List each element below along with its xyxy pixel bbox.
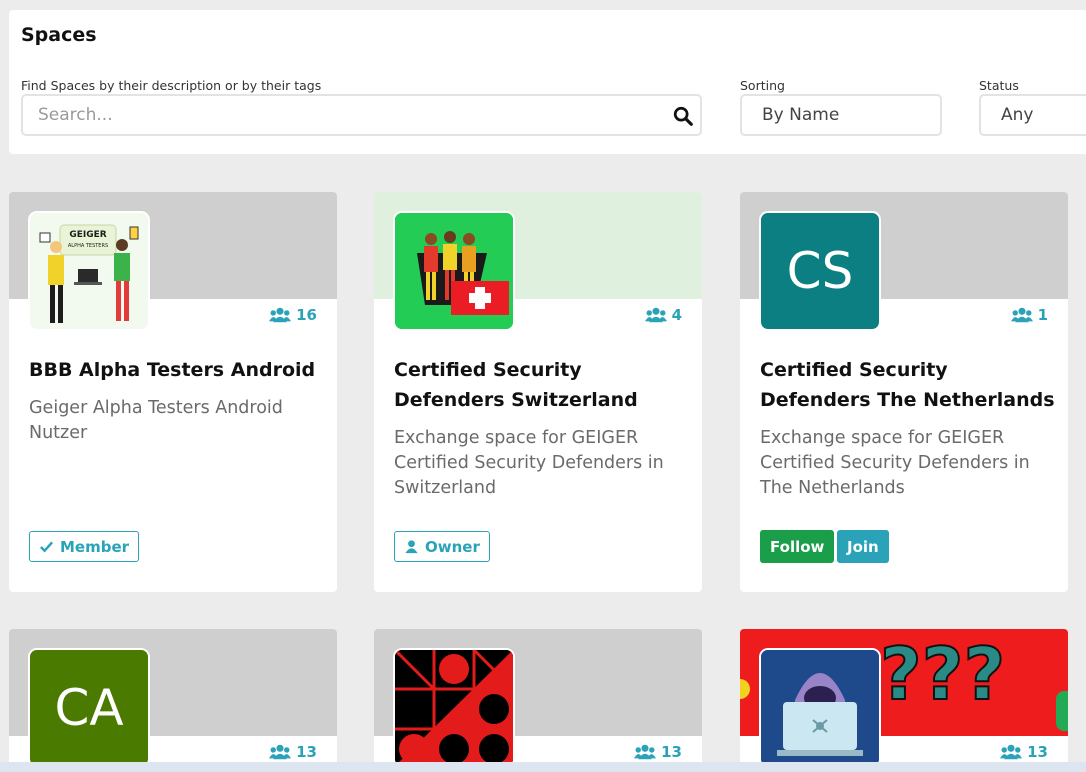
owner-badge[interactable]: Owner [394, 531, 490, 562]
page-title: Spaces [21, 24, 97, 46]
users-icon [1000, 744, 1023, 759]
space-card[interactable]: ??? 13 [740, 629, 1068, 772]
space-title[interactable]: Certified Security Defenders Switzerland [394, 355, 689, 415]
member-count: 16 [269, 306, 317, 324]
member-count-value: 16 [296, 306, 317, 324]
svg-text:???: ??? [880, 632, 1005, 716]
space-card[interactable]: 13 [374, 629, 702, 772]
space-description: Geiger Alpha Testers Android Nutzer [29, 398, 283, 443]
filter-panel: Spaces Find Spaces by their description … [9, 10, 1086, 154]
space-avatar: CS [759, 211, 881, 331]
sorting-value: By Name [762, 105, 840, 125]
users-icon [269, 744, 292, 759]
browser-bottom-strip [0, 762, 1086, 772]
search-label: Find Spaces by their description or by t… [21, 78, 322, 93]
users-icon [644, 307, 667, 322]
search-input[interactable]: Search... [21, 94, 702, 136]
user-icon [405, 540, 418, 554]
member-count: 13 [634, 743, 682, 761]
space-avatar: GEIGER ALPHA TESTERS [28, 211, 150, 331]
space-card[interactable]: CA 13 [9, 629, 337, 772]
users-icon [269, 307, 292, 322]
space-card[interactable]: GEIGER ALPHA TESTERS 16 BBB Alpha Tester… [9, 192, 337, 592]
space-title[interactable]: BBB Alpha Testers Android [29, 355, 324, 385]
search-icon[interactable] [672, 105, 694, 127]
space-description: Exchange space for GEIGER Certified Secu… [394, 428, 664, 498]
badge-label: Member [60, 537, 130, 556]
sorting-select[interactable]: By Name [740, 94, 942, 136]
avatar-initials: CS [761, 213, 879, 329]
space-avatar [759, 648, 881, 768]
status-select[interactable]: Any [979, 94, 1086, 136]
status-value: Any [1001, 105, 1034, 125]
space-avatar: CA [28, 648, 150, 768]
space-avatar [393, 211, 515, 331]
follow-button[interactable]: Follow [760, 530, 835, 563]
member-count-value: 13 [661, 743, 682, 761]
member-count-value: 4 [671, 306, 682, 324]
status-label: Status [979, 78, 1019, 93]
member-count: 13 [269, 743, 317, 761]
space-title[interactable]: Certified Security Defenders The Netherl… [760, 355, 1055, 415]
member-count: 4 [644, 306, 682, 324]
join-button[interactable]: Join [837, 530, 889, 563]
badge-label: Owner [425, 537, 480, 556]
member-count-value: 13 [296, 743, 317, 761]
member-count-value: 13 [1027, 743, 1048, 761]
space-card[interactable]: 4 Certified Security Defenders Switzerla… [374, 192, 702, 592]
users-icon [1010, 307, 1033, 322]
member-badge[interactable]: Member [29, 531, 140, 562]
space-card[interactable]: CS 1 Certified Security Defenders The Ne… [740, 192, 1068, 592]
avatar-initials: CA [30, 650, 148, 766]
avatar-text: GEIGER [69, 230, 106, 240]
alpha-testers-illustration: GEIGER ALPHA TESTERS [30, 213, 148, 329]
avatar-subtext: ALPHA TESTERS [68, 243, 108, 249]
sorting-label: Sorting [740, 78, 785, 93]
space-description: Exchange space for GEIGER Certified Secu… [760, 428, 1030, 498]
check-icon [40, 541, 54, 553]
member-count: 1 [1010, 306, 1048, 324]
users-icon [634, 744, 657, 759]
search-placeholder: Search... [38, 105, 113, 125]
pattern-logo [395, 650, 513, 766]
space-avatar [393, 648, 515, 768]
defenders-illustration [395, 213, 513, 329]
member-count: 13 [1000, 743, 1048, 761]
member-count-value: 1 [1037, 306, 1048, 324]
hacker-illustration [761, 650, 879, 766]
